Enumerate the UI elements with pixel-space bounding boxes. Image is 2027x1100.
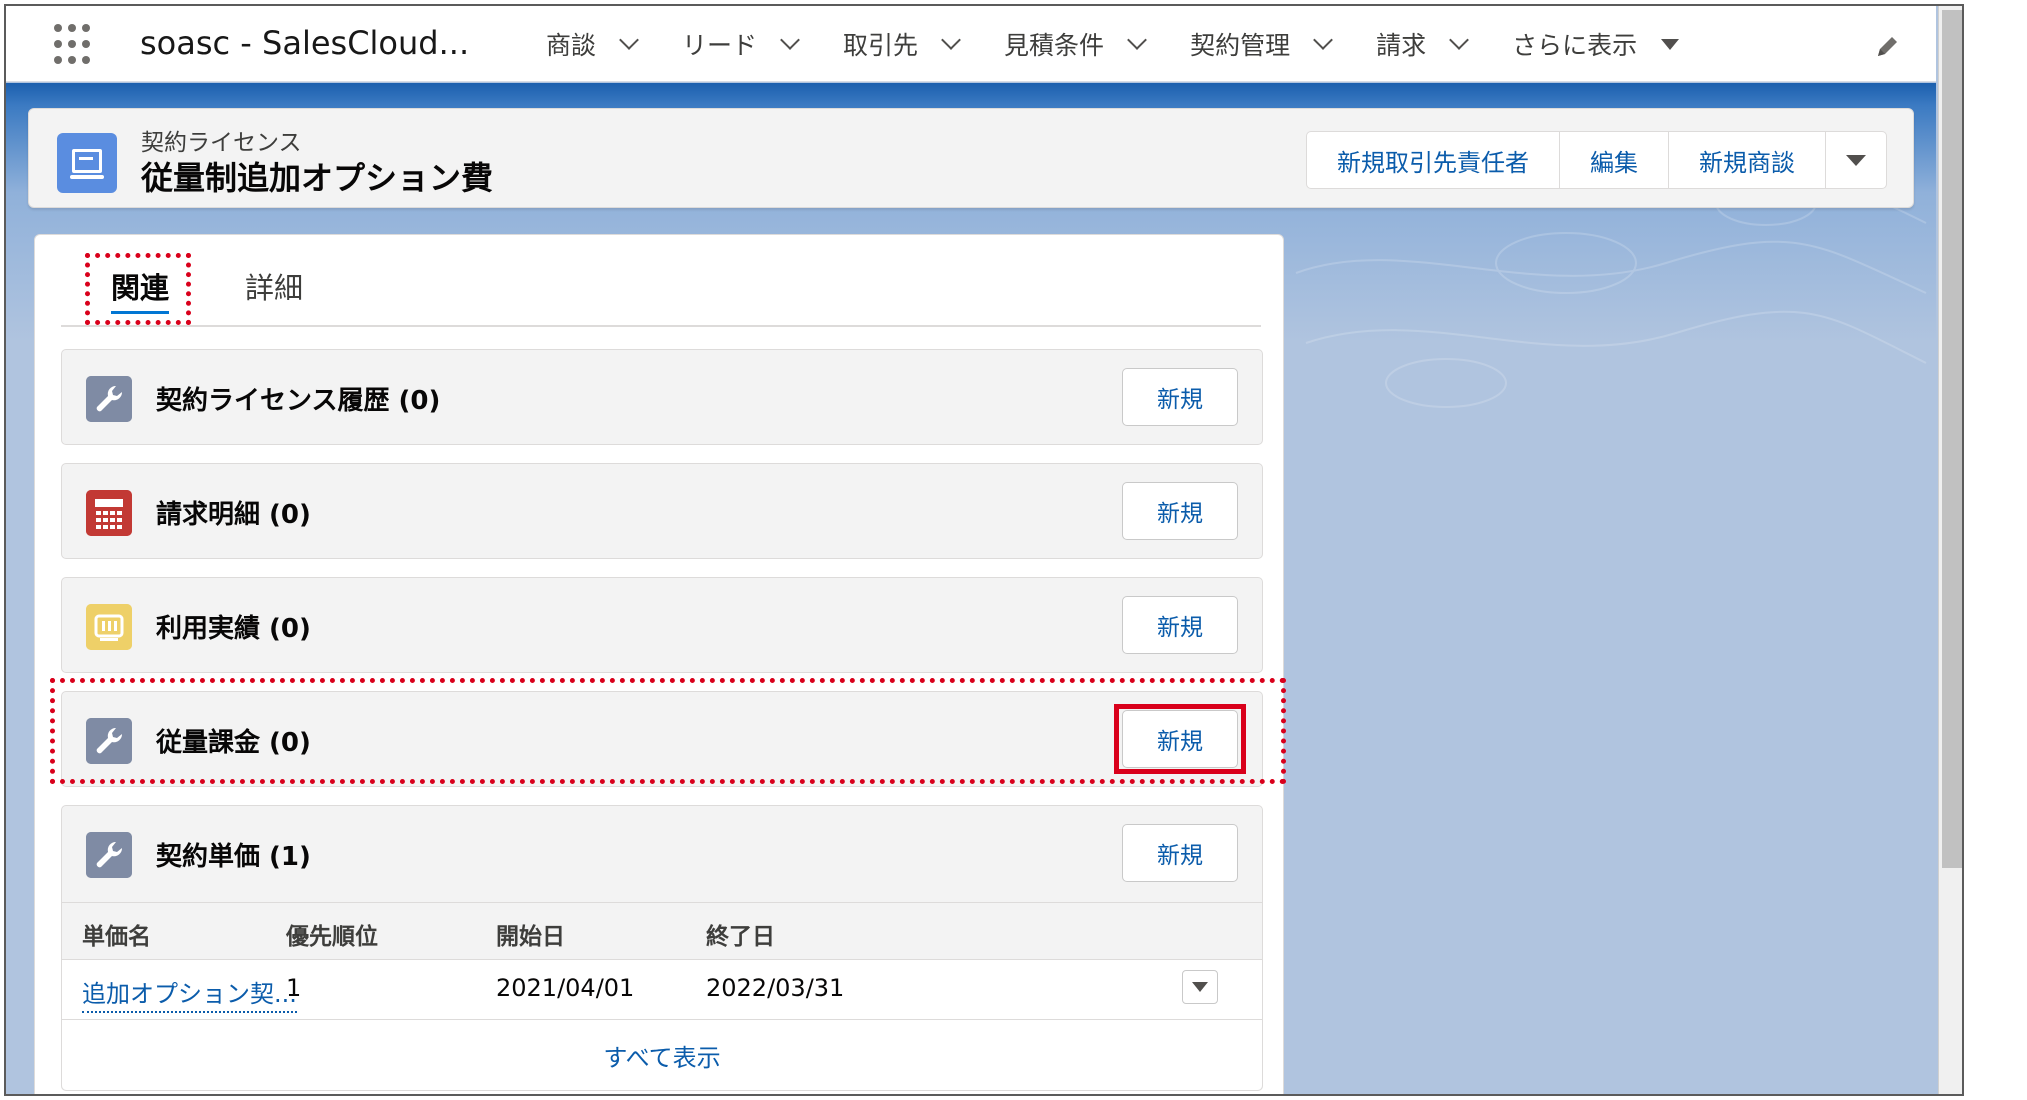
column-header-start-date: 開始日 [496, 924, 565, 950]
nav-tabs: 商談 リード 取引先 見積条件 契約管理 請求 さらに表示 [546, 6, 1725, 82]
usage-icon [86, 604, 132, 650]
app-name: soasc - SalesCloud... [140, 24, 470, 62]
chevron-down-icon[interactable] [1449, 30, 1469, 50]
end-date-cell: 2022/03/31 [706, 974, 845, 1002]
edit-button[interactable]: 編集 [1560, 132, 1669, 188]
table-row: 追加オプション契... 1 2021/04/01 2022/03/31 [62, 960, 1262, 1020]
caret-down-icon[interactable] [1661, 38, 1680, 50]
new-button[interactable]: 新規 [1122, 482, 1238, 540]
wrench-icon [86, 832, 132, 878]
nav-item-label: リード [682, 31, 758, 60]
caret-down-icon [1192, 982, 1208, 992]
pencil-icon[interactable] [1874, 34, 1900, 60]
app-launcher-icon[interactable] [54, 24, 96, 66]
highlight-annotation-tab [85, 253, 191, 325]
nav-item-quote-terms[interactable]: 見積条件 [1004, 6, 1147, 82]
column-header-name: 単価名 [82, 924, 151, 950]
caret-down-icon [1846, 154, 1866, 166]
tab-details[interactable]: 詳細 [245, 265, 303, 307]
nav-more-label: さらに表示 [1512, 31, 1638, 60]
column-header-priority: 優先順位 [286, 924, 378, 950]
nav-item-contract-management[interactable]: 契約管理 [1190, 6, 1333, 82]
nav-item-more[interactable]: さらに表示 [1512, 6, 1680, 82]
chevron-down-icon[interactable] [619, 30, 639, 50]
nav-item-lead[interactable]: リード [682, 6, 800, 82]
nav-item-billing[interactable]: 請求 [1376, 6, 1469, 82]
view-all-link[interactable]: すべて表示 [62, 1020, 1262, 1090]
record-type-label: 契約ライセンス [141, 130, 302, 156]
nav-item-opportunity[interactable]: 商談 [546, 6, 639, 82]
record-header: 契約ライセンス 従量制追加オプション費 新規取引先責任者 編集 新規商談 [28, 108, 1914, 208]
new-opportunity-button[interactable]: 新規商談 [1669, 132, 1826, 188]
chevron-down-icon[interactable] [1127, 30, 1147, 50]
browser-frame: soasc - SalesCloud... 商談 リード 取引先 見積条件 契約… [4, 4, 1964, 1096]
row-actions-button[interactable] [1182, 970, 1218, 1004]
wrench-icon [86, 376, 132, 422]
record-action-buttons: 新規取引先責任者 編集 新規商談 [1306, 131, 1887, 189]
related-list-title[interactable]: 契約ライセンス履歴 (0) [156, 380, 440, 417]
nav-item-label: 契約管理 [1190, 31, 1291, 60]
chevron-down-icon[interactable] [941, 30, 961, 50]
table-header: 単価名 優先順位 開始日 終了日 [62, 902, 1262, 960]
record-title: 従量制追加オプション費 [141, 159, 494, 197]
highlight-annotation-metered-billing [50, 678, 1286, 784]
chevron-down-icon[interactable] [1313, 30, 1333, 50]
nav-item-label: 請求 [1376, 31, 1427, 60]
nav-item-account[interactable]: 取引先 [843, 6, 961, 82]
record-tabs: 関連 詳細 [61, 235, 1261, 327]
related-list-title[interactable]: 請求明細 (0) [156, 494, 311, 531]
record-icon [57, 133, 117, 193]
related-list-contract-unit-price: 契約単価 (1) 新規 単価名 優先順位 開始日 終了日 追加オプション契...… [61, 805, 1263, 1091]
more-actions-button[interactable] [1826, 132, 1886, 188]
related-list-billing-details: 請求明細 (0) 新規 [61, 463, 1263, 559]
priority-cell: 1 [286, 974, 302, 1002]
new-button[interactable]: 新規 [1122, 368, 1238, 426]
related-tab-panel: 関連 詳細 契約ライセンス履歴 (0) 新規 請求明細 (0) 新規 利用実績 … [34, 234, 1284, 1094]
nav-item-label: 見積条件 [1004, 31, 1105, 60]
related-list-title[interactable]: 契約単価 (1) [156, 836, 311, 873]
calculator-icon [86, 490, 132, 536]
chevron-down-icon[interactable] [780, 30, 800, 50]
new-button[interactable]: 新規 [1122, 596, 1238, 654]
related-list-license-history: 契約ライセンス履歴 (0) 新規 [61, 349, 1263, 445]
related-list-usage-records: 利用実績 (0) 新規 [61, 577, 1263, 673]
related-list-title[interactable]: 利用実績 (0) [156, 608, 311, 645]
global-nav-bar: soasc - SalesCloud... 商談 リード 取引先 見積条件 契約… [6, 6, 1936, 82]
nav-item-label: 商談 [546, 31, 597, 60]
scrollbar-thumb[interactable] [1942, 10, 1962, 868]
start-date-cell: 2021/04/01 [496, 974, 635, 1002]
new-contact-button[interactable]: 新規取引先責任者 [1307, 132, 1560, 188]
new-button[interactable]: 新規 [1122, 824, 1238, 882]
unit-price-name-link[interactable]: 追加オプション契... [82, 974, 297, 1013]
nav-item-label: 取引先 [843, 31, 919, 60]
column-header-end-date: 終了日 [706, 924, 775, 950]
